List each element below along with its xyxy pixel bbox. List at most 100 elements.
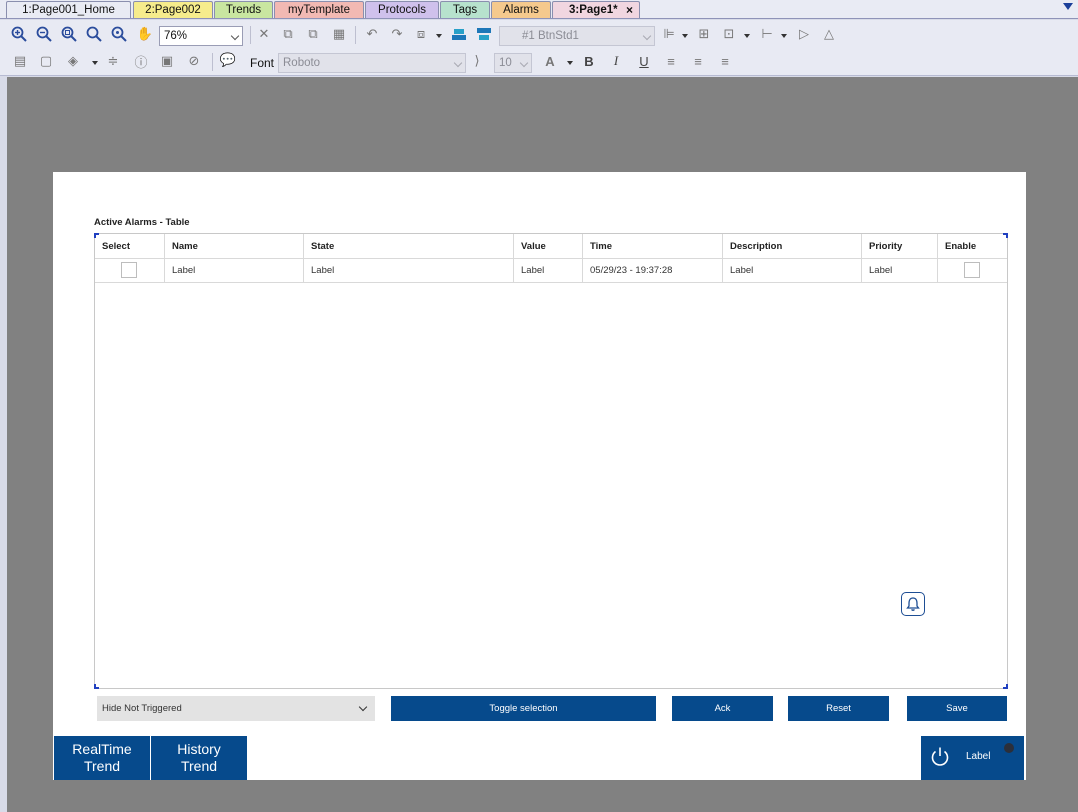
selection-handle[interactable] [94, 684, 99, 689]
pan-hand-icon[interactable]: ✋ [136, 25, 154, 43]
column-header-state[interactable]: State [311, 241, 334, 252]
italic-glyph: I [613, 53, 619, 68]
zoom-out-icon[interactable] [35, 25, 53, 43]
column-header-description[interactable]: Description [730, 241, 782, 252]
cell-value: Label [521, 265, 545, 276]
undo-icon[interactable]: ↶ [363, 25, 381, 43]
column-header-time[interactable]: Time [590, 241, 612, 252]
tab-page1-active[interactable]: 3:Page1* × [552, 1, 640, 18]
flip-horizontal-icon[interactable]: ▷ [795, 25, 813, 43]
filter-dropdown[interactable]: Hide Not Triggered [97, 696, 375, 721]
fill-color-icon[interactable]: ◈ [64, 52, 82, 70]
save-button[interactable]: Save [907, 696, 1007, 721]
enable-checkbox[interactable] [964, 262, 980, 278]
distribute-icon[interactable]: ⊡ [720, 25, 738, 43]
tab-label: Trends [225, 4, 262, 16]
delete-icon[interactable]: ✕ [255, 25, 273, 43]
redo-icon[interactable]: ↷ [388, 25, 406, 43]
column-header-name[interactable]: Name [172, 241, 198, 252]
tab-page001-home[interactable]: 1:Page001_Home [6, 1, 131, 18]
zoom-value: 76% [164, 30, 188, 42]
ack-button[interactable]: Ack [672, 696, 773, 721]
grid-icon[interactable]: ▦ [330, 25, 348, 43]
cell-name: Label [172, 265, 196, 276]
italic-icon[interactable]: I [607, 52, 625, 70]
selection-handle[interactable] [1003, 684, 1008, 689]
space-dropdown-icon[interactable] [781, 34, 787, 38]
tab-mytemplate[interactable]: myTemplate [274, 1, 364, 18]
power-button-label: Label [966, 751, 991, 762]
align-text-left-icon[interactable]: ≡ [662, 52, 680, 70]
tooltip-icon[interactable]: 💬 [219, 51, 237, 69]
tab-page002[interactable]: 2:Page002 [133, 1, 213, 18]
column-header-enable[interactable]: Enable [945, 241, 976, 252]
tab-list-dropdown-icon[interactable] [1063, 3, 1073, 10]
layer-down-icon[interactable] [475, 25, 493, 43]
zoom-fit-icon[interactable] [85, 25, 103, 43]
bring-front-icon[interactable]: ⧉ [279, 25, 297, 43]
info-icon[interactable]: ⓘ [132, 52, 150, 70]
tab-label: 1:Page001_Home [22, 4, 115, 16]
group-dropdown-icon[interactable] [436, 34, 442, 38]
column-divider [861, 234, 862, 282]
disable-icon[interactable]: ⊘ [185, 52, 203, 70]
column-header-value[interactable]: Value [521, 241, 546, 252]
chevron-down-icon [453, 58, 463, 68]
cell-time: 05/29/23 - 19:37:28 [590, 265, 673, 276]
center-icon[interactable]: ⊞ [695, 25, 713, 43]
bold-icon[interactable]: B [580, 52, 598, 70]
font-color-icon[interactable]: A [541, 52, 559, 70]
send-back-icon[interactable]: ⧉ [304, 25, 322, 43]
realtime-line2: Trend [83, 758, 121, 774]
image-icon[interactable]: ▣ [158, 52, 176, 70]
selection-handle[interactable] [1003, 233, 1008, 238]
zoom-selection-icon[interactable] [110, 25, 128, 43]
reset-button[interactable]: Reset [788, 696, 889, 721]
toggle-selection-button[interactable]: Toggle selection [391, 696, 656, 721]
zoom-combo[interactable]: 76% [159, 26, 243, 46]
column-header-select[interactable]: Select [102, 241, 130, 252]
chevron-down-icon [642, 31, 652, 41]
history-trend-button[interactable]: History Trend [151, 736, 247, 780]
underline-icon[interactable]: U [635, 52, 653, 70]
power-label-button[interactable]: Label [921, 736, 1024, 780]
tab-trends[interactable]: Trends [214, 1, 273, 18]
align-dropdown-icon[interactable] [682, 34, 688, 38]
zoom-in-icon[interactable] [10, 25, 28, 43]
power-icon [931, 747, 949, 766]
align-text-right-icon[interactable]: ≡ [716, 52, 734, 70]
font-color-dropdown-icon[interactable] [567, 61, 573, 65]
column-divider [582, 234, 583, 282]
realtime-line1: RealTime [72, 741, 132, 757]
line-style-icon[interactable]: ≑ [104, 52, 122, 70]
header-divider [95, 258, 1007, 259]
tab-alarms[interactable]: Alarms [491, 1, 551, 18]
tab-tags[interactable]: Tags [440, 1, 490, 18]
font-apply-icon[interactable]: ⟩ [468, 52, 486, 70]
realtime-trend-button[interactable]: RealTime Trend [54, 736, 150, 780]
toolbar-separator [250, 26, 251, 44]
space-evenly-icon[interactable]: ⊢ [758, 25, 776, 43]
alarm-table[interactable]: Select Name State Value Time Description… [94, 233, 1008, 689]
zoom-page-icon[interactable] [60, 25, 78, 43]
copy-format-icon[interactable]: ▢ [37, 52, 55, 70]
group-icon[interactable]: ⧈ [412, 25, 430, 43]
font-value: Roboto [283, 57, 321, 69]
tab-protocols[interactable]: Protocols [365, 1, 439, 18]
editor-toolbar: ✋ 76% ✕ ⧉ ⧉ ▦ ↶ ↷ ⧈ #1 BtnStd1 ⊫ ⊞ ⊡ ⊢ ▷… [0, 20, 1078, 76]
bell-icon[interactable] [901, 592, 925, 616]
select-checkbox[interactable] [121, 262, 137, 278]
font-label: Font [250, 56, 275, 70]
selection-handle[interactable] [94, 233, 99, 238]
toolbar-separator [355, 26, 356, 44]
align-text-center-icon[interactable]: ≡ [689, 52, 707, 70]
font-size-combo: 10 [494, 53, 532, 73]
fill-dropdown-icon[interactable] [92, 61, 98, 65]
properties-icon[interactable]: ▤ [11, 52, 29, 70]
flip-vertical-icon[interactable]: △ [820, 25, 838, 43]
layer-up-icon[interactable] [450, 25, 468, 43]
align-left-icon[interactable]: ⊫ [660, 25, 678, 43]
close-tab-icon[interactable]: × [626, 2, 633, 18]
distribute-dropdown-icon[interactable] [744, 34, 750, 38]
column-header-priority[interactable]: Priority [869, 241, 902, 252]
